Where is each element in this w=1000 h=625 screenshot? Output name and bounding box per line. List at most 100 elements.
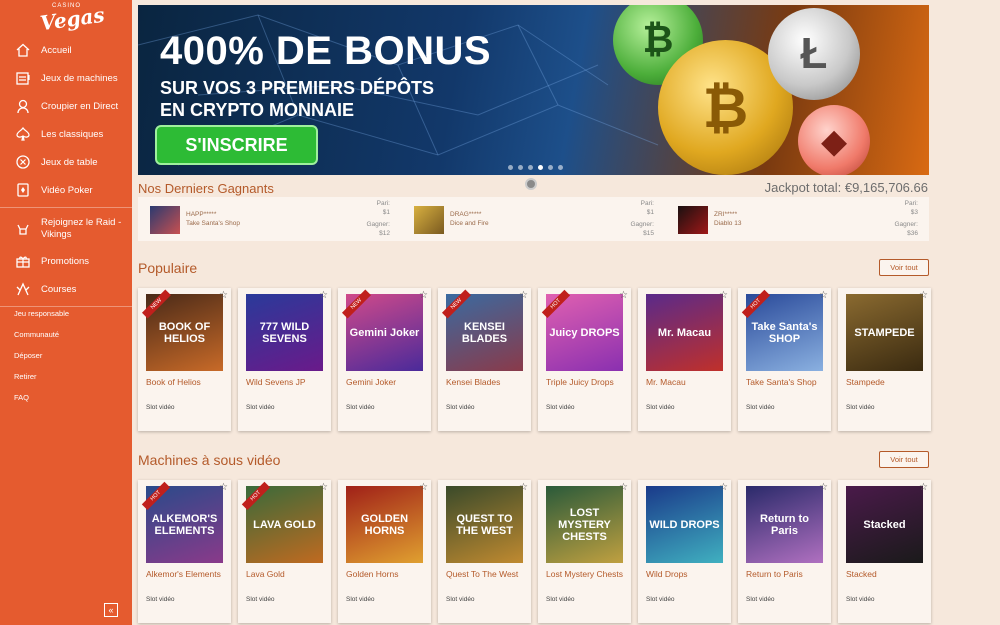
- game-card[interactable]: GOLDEN HORNS ☆ Golden Horns Slot vidéo: [338, 480, 431, 623]
- game-name[interactable]: Golden Horns: [346, 568, 426, 580]
- game-name[interactable]: Lava Gold: [246, 568, 326, 580]
- game-card[interactable]: BOOK OF HELIOS NEW ☆ Book of Helios Slot…: [138, 288, 231, 431]
- dealer-icon: [14, 97, 32, 115]
- favorite-star-icon[interactable]: ☆: [719, 290, 728, 301]
- favorite-star-icon[interactable]: ☆: [919, 482, 928, 493]
- favorite-star-icon[interactable]: ☆: [619, 482, 628, 493]
- game-name[interactable]: Stacked: [846, 568, 926, 580]
- game-card[interactable]: 777 WILD SEVENS ☆ Wild Sevens JP Slot vi…: [238, 288, 331, 431]
- game-thumbnail[interactable]: Mr. Macau: [646, 294, 723, 371]
- game-name[interactable]: Triple Juicy Drops: [546, 376, 626, 388]
- logo[interactable]: CASINO Vegas: [36, 3, 106, 36]
- favorite-star-icon[interactable]: ☆: [619, 290, 628, 301]
- game-card[interactable]: Juicy DROPS HOT ☆ Triple Juicy Drops Slo…: [538, 288, 631, 431]
- favorite-star-icon[interactable]: ☆: [419, 290, 428, 301]
- game-name[interactable]: Book of Helios: [146, 376, 226, 388]
- sidebar-item-promotions[interactable]: Promotions: [0, 247, 132, 275]
- win-value: $15: [643, 230, 654, 237]
- viking-icon: [14, 220, 32, 238]
- sidebar-item-classiques[interactable]: Les classiques: [0, 120, 132, 148]
- winner-item[interactable]: HAPP***** Take Santa's Shop Pari: $1 Gag…: [138, 197, 398, 241]
- game-card[interactable]: ALKEMOR'S ELEMENTS HOT ☆ Alkemor's Eleme…: [138, 480, 231, 623]
- link-faq[interactable]: FAQ: [14, 393, 69, 414]
- sidebar-item-accueil[interactable]: Accueil: [0, 36, 132, 64]
- favorite-star-icon[interactable]: ☆: [819, 290, 828, 301]
- signup-button[interactable]: S'INSCRIRE: [155, 125, 318, 165]
- sidebar-divider: [0, 207, 132, 208]
- sidebar-item-croupier[interactable]: Croupier en Direct: [0, 92, 132, 120]
- favorite-star-icon[interactable]: ☆: [319, 482, 328, 493]
- carousel-dot[interactable]: [558, 165, 563, 170]
- carousel-dot[interactable]: [518, 165, 523, 170]
- game-name[interactable]: Gemini Joker: [346, 376, 426, 388]
- scroll-indicator-icon[interactable]: [525, 178, 537, 190]
- favorite-star-icon[interactable]: ☆: [519, 482, 528, 493]
- banner-subtitle: SUR VOS 3 PREMIERS DÉPÔTS EN CRYPTO MONN…: [160, 77, 520, 121]
- game-card[interactable]: Mr. Macau ☆ Mr. Macau Slot vidéo: [638, 288, 731, 431]
- game-thumbnail[interactable]: GOLDEN HORNS: [346, 486, 423, 563]
- game-thumbnail[interactable]: STAMPEDE: [846, 294, 923, 371]
- game-name[interactable]: Return to Paris: [746, 568, 826, 580]
- game-name[interactable]: Alkemor's Elements: [146, 568, 226, 580]
- game-card[interactable]: KENSEI BLADES NEW ☆ Kensei Blades Slot v…: [438, 288, 531, 431]
- game-type: Slot vidéo: [546, 596, 575, 603]
- sidebar-item-jeux-de-machines[interactable]: Jeux de machines: [0, 64, 132, 92]
- sidebar-item-jeux-de-table[interactable]: Jeux de table: [0, 148, 132, 176]
- game-name[interactable]: Quest To The West: [446, 568, 526, 580]
- game-thumbnail[interactable]: LOST MYSTERY CHESTS: [546, 486, 623, 563]
- winner-item[interactable]: ZRI***** Diablo 13 Pari: $3 Gagner: $36: [666, 197, 926, 241]
- carousel-dot[interactable]: [508, 165, 513, 170]
- game-name[interactable]: Wild Sevens JP: [246, 376, 326, 388]
- favorite-star-icon[interactable]: ☆: [419, 482, 428, 493]
- sidebar-item-courses[interactable]: Courses: [0, 275, 132, 303]
- game-card[interactable]: LOST MYSTERY CHESTS ☆ Lost Mystery Chest…: [538, 480, 631, 623]
- winner-item[interactable]: DRAG***** Dice and Fire Pari: $1 Gagner:…: [402, 197, 662, 241]
- game-card[interactable]: WILD DROPS ☆ Wild Drops Slot vidéo: [638, 480, 731, 623]
- game-name[interactable]: Stampede: [846, 376, 926, 388]
- link-retirer[interactable]: Retirer: [14, 372, 69, 393]
- game-name[interactable]: Kensei Blades: [446, 376, 526, 388]
- game-name[interactable]: Wild Drops: [646, 568, 726, 580]
- game-card[interactable]: Stacked ☆ Stacked Slot vidéo: [838, 480, 931, 623]
- sidebar-item-video-poker[interactable]: Vidéo Poker: [0, 176, 132, 204]
- carousel-dot[interactable]: [548, 165, 553, 170]
- game-thumbnail[interactable]: 777 WILD SEVENS: [246, 294, 323, 371]
- game-thumbnail[interactable]: Stacked: [846, 486, 923, 563]
- banner-subtitle-line2: EN CRYPTO MONNAIE: [160, 100, 355, 120]
- voir-tout-button[interactable]: Voir tout: [879, 451, 929, 468]
- game-card[interactable]: QUEST TO THE WEST ☆ Quest To The West Sl…: [438, 480, 531, 623]
- voir-tout-button[interactable]: Voir tout: [879, 259, 929, 276]
- game-thumbnail[interactable]: QUEST TO THE WEST: [446, 486, 523, 563]
- banner-subtitle-line1: SUR VOS 3 PREMIERS DÉPÔTS: [160, 78, 435, 98]
- banner-title: 400% DE BONUS: [160, 29, 492, 73]
- game-card[interactable]: Return to Paris ☆ Return to Paris Slot v…: [738, 480, 831, 623]
- carousel-dot[interactable]: [528, 165, 533, 170]
- carousel-dot-active[interactable]: [538, 165, 543, 170]
- favorite-star-icon[interactable]: ☆: [719, 482, 728, 493]
- game-thumbnail[interactable]: Return to Paris: [746, 486, 823, 563]
- favorite-star-icon[interactable]: ☆: [219, 482, 228, 493]
- game-name[interactable]: Take Santa's Shop: [746, 376, 826, 388]
- game-name[interactable]: Mr. Macau: [646, 376, 726, 388]
- link-communaute[interactable]: Communauté: [14, 330, 69, 351]
- favorite-star-icon[interactable]: ☆: [519, 290, 528, 301]
- game-card[interactable]: STAMPEDE ☆ Stampede Slot vidéo: [838, 288, 931, 431]
- promo-banner[interactable]: 400% DE BONUS SUR VOS 3 PREMIERS DÉPÔTS …: [138, 5, 929, 175]
- collapse-sidebar-button[interactable]: «: [104, 603, 118, 617]
- game-thumbnail[interactable]: WILD DROPS: [646, 486, 723, 563]
- link-jeu-responsable[interactable]: Jeu responsable: [14, 309, 69, 330]
- game-type: Slot vidéo: [746, 404, 775, 411]
- game-name[interactable]: Lost Mystery Chests: [546, 568, 626, 580]
- game-thumbnail: [678, 206, 708, 234]
- game-type: Slot vidéo: [746, 596, 775, 603]
- favorite-star-icon[interactable]: ☆: [319, 290, 328, 301]
- game-card[interactable]: Gemini Joker NEW ☆ Gemini Joker Slot vid…: [338, 288, 431, 431]
- jackpot-total: Jackpot total: €9,165,706.66: [764, 180, 928, 195]
- sidebar-item-raid-vikings[interactable]: Rejoignez le Raid - Vikings: [0, 211, 132, 247]
- favorite-star-icon[interactable]: ☆: [219, 290, 228, 301]
- favorite-star-icon[interactable]: ☆: [919, 290, 928, 301]
- favorite-star-icon[interactable]: ☆: [819, 482, 828, 493]
- game-card[interactable]: Take Santa's SHOP HOT ☆ Take Santa's Sho…: [738, 288, 831, 431]
- link-deposer[interactable]: Déposer: [14, 351, 69, 372]
- game-card[interactable]: LAVA GOLD HOT ☆ Lava Gold Slot vidéo: [238, 480, 331, 623]
